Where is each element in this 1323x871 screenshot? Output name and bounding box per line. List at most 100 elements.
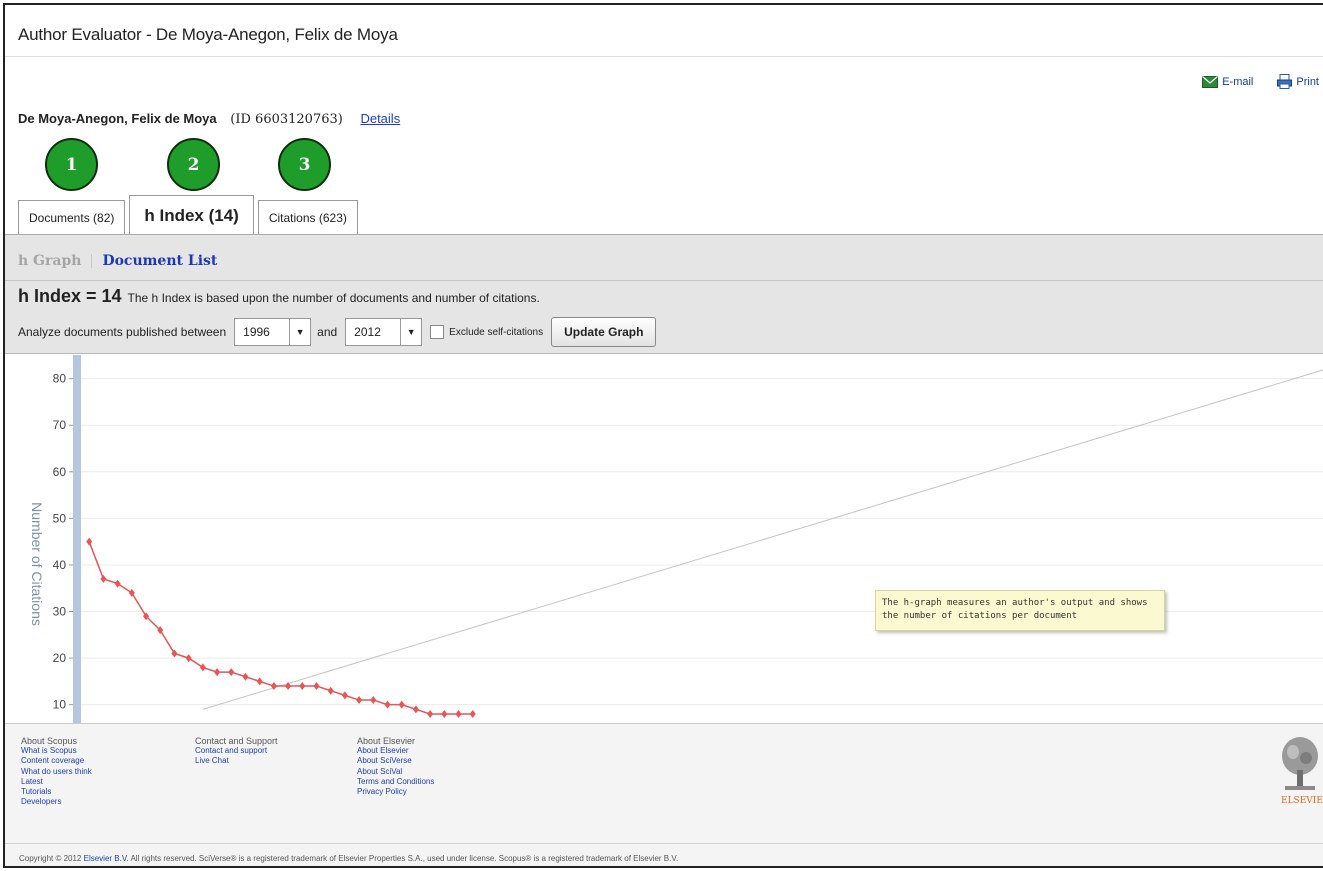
author-id: (ID 6603120763) <box>230 112 343 127</box>
exclude-self-citations-checkbox[interactable] <box>430 325 445 339</box>
y-axis-band <box>73 355 81 723</box>
y-tick-label: 20 <box>53 651 67 665</box>
tab-citations[interactable]: Citations (623) <box>257 200 358 234</box>
footer-link[interactable]: About Elsevier <box>357 746 434 756</box>
chevron-down-icon: ▼ <box>406 327 416 337</box>
elsevier-link[interactable]: Elsevier B.V <box>84 854 127 863</box>
tab-h-index[interactable]: h Index (14) <box>129 195 254 235</box>
data-point <box>86 537 93 546</box>
panel-divider <box>5 280 1323 281</box>
footer: About Scopus What is Scopus Content cove… <box>5 723 1323 866</box>
y-tick-label: 70 <box>53 418 67 432</box>
title-bar: Author Evaluator - De Moya-Anegon, Felix… <box>5 5 1323 57</box>
print-link[interactable]: Print <box>1277 74 1319 89</box>
h-graph-link[interactable]: h Graph <box>18 253 81 269</box>
printer-icon <box>1277 74 1293 89</box>
from-year-value: 1996 <box>235 319 291 345</box>
chevron-down-icon: ▼ <box>295 327 305 337</box>
data-point <box>100 574 107 583</box>
data-point <box>185 654 192 663</box>
footer-link[interactable]: About SciVal <box>357 767 434 777</box>
data-point <box>356 696 363 705</box>
h-index-panel: h Graph Document List h Index = 14 The h I… <box>5 234 1323 354</box>
y-tick-label: 60 <box>53 465 67 479</box>
footer-link[interactable]: What is Scopus <box>21 746 92 756</box>
copyright-suffix: . All rights reserved. SciVerse® is a re… <box>126 854 679 863</box>
data-point <box>427 710 434 718</box>
h-index-summary: h Index = 14 The h Index is based upon th… <box>18 286 540 307</box>
data-point <box>256 677 263 686</box>
y-tick-label: 50 <box>53 511 67 525</box>
y-tick-label: 10 <box>53 698 67 712</box>
footer-heading: About Scopus <box>21 736 78 746</box>
footer-heading: Contact and Support <box>195 736 278 746</box>
footer-link[interactable]: Privacy Policy <box>357 787 434 797</box>
data-point <box>114 579 121 588</box>
step-marker-1: 1 <box>45 138 98 191</box>
exclude-self-citations-label: Exclude self-citations <box>449 326 544 338</box>
footer-link[interactable]: Tutorials <box>21 787 92 797</box>
footer-column-contact: Contact and Support Contact and support … <box>195 736 278 767</box>
and-label: and <box>317 325 338 339</box>
tree-icon <box>1282 737 1318 790</box>
data-point <box>228 668 235 677</box>
to-year-select[interactable]: 2012 ▼ <box>345 318 423 346</box>
footer-column-about-scopus: About Scopus What is Scopus Content cove… <box>21 736 92 807</box>
footer-link[interactable]: Live Chat <box>195 756 278 766</box>
footer-link[interactable]: Terms and Conditions <box>357 777 434 787</box>
h-index-value: h Index = 14 <box>18 286 122 306</box>
data-point <box>370 696 377 705</box>
window-title: Author Evaluator - De Moya-Anegon, Felix… <box>18 25 398 44</box>
y-tick-label: 80 <box>53 372 67 386</box>
data-point <box>441 710 448 718</box>
copyright: Copyright © 2012 Elsevier B.V. All right… <box>19 854 678 863</box>
data-point <box>341 691 348 700</box>
data-point <box>214 668 221 677</box>
subnav-divider <box>91 254 93 268</box>
footer-divider <box>5 843 1323 844</box>
app-window: Author Evaluator - De Moya-Anegon, Felix… <box>3 3 1323 868</box>
data-point <box>242 672 249 681</box>
footer-link[interactable]: About SciVerse <box>357 756 434 766</box>
author-name: De Moya-Anegon, Felix de Moya <box>18 111 217 126</box>
data-point <box>313 682 320 691</box>
author-header: De Moya-Anegon, Felix de Moya (ID 660312… <box>18 111 400 127</box>
elsevier-wordmark: ELSEVIER <box>1281 796 1323 806</box>
footer-link[interactable]: What do users think <box>21 767 92 777</box>
sub-navigation: h Graph Document List <box>18 253 217 269</box>
details-link[interactable]: Details <box>360 111 400 126</box>
h-graph-tooltip: The h-graph measures an author's output … <box>875 590 1165 631</box>
footer-link[interactable]: Contact and support <box>195 746 278 756</box>
data-point <box>384 700 391 709</box>
update-graph-button[interactable]: Update Graph <box>551 317 657 347</box>
copyright-prefix: Copyright © 2012 <box>19 854 84 863</box>
h-index-description: The h Index is based upon the number of … <box>127 291 540 305</box>
step-marker-3: 3 <box>278 138 331 191</box>
document-list-link[interactable]: Document List <box>102 253 217 269</box>
step-marker-2: 2 <box>167 138 220 191</box>
data-point <box>299 682 306 691</box>
email-link[interactable]: E-mail <box>1202 74 1253 89</box>
data-point <box>412 705 419 714</box>
footer-column-about-elsevier: About Elsevier About Elsevier About SciV… <box>357 736 434 797</box>
footer-link[interactable]: Content coverage <box>21 756 92 766</box>
y-tick-label: 40 <box>53 558 67 572</box>
elsevier-logo[interactable]: ELSEVIER <box>1281 736 1323 806</box>
data-point <box>469 710 476 718</box>
footer-heading: About Elsevier <box>357 736 416 746</box>
to-year-value: 2012 <box>346 319 402 345</box>
analyze-label: Analyze documents published between <box>18 325 227 339</box>
print-label: Print <box>1296 75 1319 88</box>
tab-documents[interactable]: Documents (82) <box>18 200 126 234</box>
y-tick-label: 30 <box>53 605 67 619</box>
email-label: E-mail <box>1222 75 1254 88</box>
data-point <box>398 700 405 709</box>
y-axis-label: Number of Citations <box>29 502 45 626</box>
footer-link[interactable]: Latest <box>21 777 92 787</box>
footer-link[interactable]: Developers <box>21 797 92 807</box>
h-graph: 10 20 30 40 50 60 70 80 Number of Citations The … <box>5 355 1323 723</box>
data-point <box>199 663 206 672</box>
from-year-select[interactable]: 1996 ▼ <box>234 318 312 346</box>
date-range-filter: Analyze documents published between 1996… <box>18 317 657 347</box>
toolbar: E-mail Print <box>1202 74 1319 89</box>
